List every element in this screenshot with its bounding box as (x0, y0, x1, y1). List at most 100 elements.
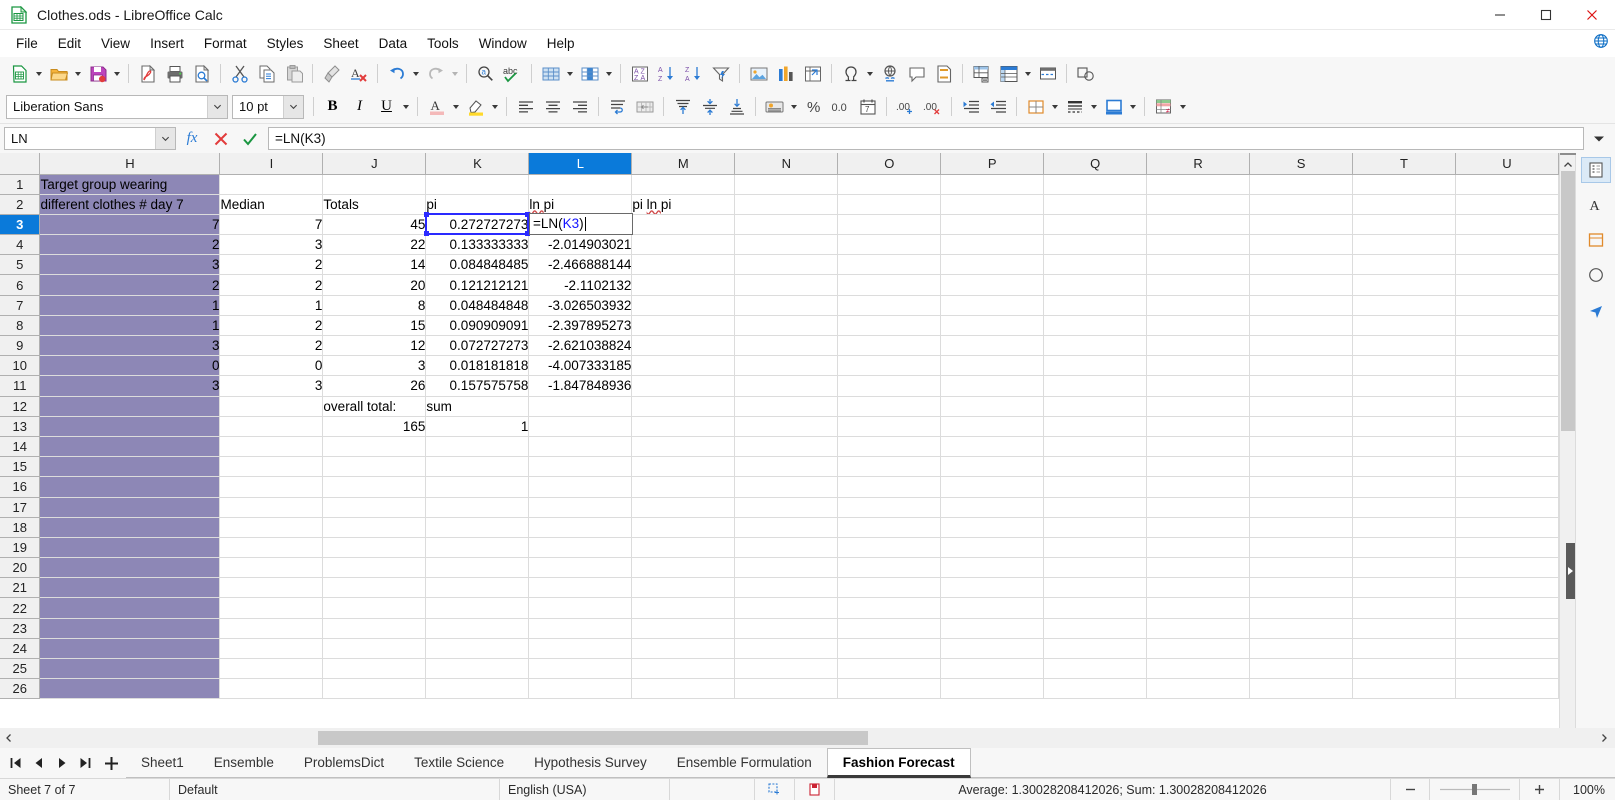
cell-K17[interactable] (425, 497, 530, 518)
cell-N12[interactable] (734, 396, 839, 417)
cell-Q26[interactable] (1043, 678, 1148, 700)
row-header-8[interactable]: 8 (0, 315, 41, 337)
cell-R4[interactable] (1146, 234, 1251, 256)
sidebar-navigator-icon[interactable] (1581, 297, 1611, 323)
cell-I2[interactable]: Median (219, 194, 324, 215)
menu-file[interactable]: File (6, 33, 48, 54)
cell-J23[interactable] (322, 618, 427, 639)
special-character-dropdown[interactable] (864, 61, 876, 87)
cell-I24[interactable] (219, 638, 324, 660)
cell-L16[interactable] (528, 476, 633, 498)
cell-J20[interactable] (322, 557, 427, 579)
cell-O16[interactable] (837, 476, 942, 498)
cut-icon[interactable] (226, 61, 253, 87)
cell-P11[interactable] (940, 375, 1045, 397)
cell-J18[interactable] (322, 517, 427, 538)
cell-H23[interactable] (39, 618, 221, 639)
cell-K12[interactable]: sum (425, 396, 530, 417)
cell-S14[interactable] (1249, 436, 1354, 458)
find-replace-icon[interactable]: a (472, 61, 499, 87)
cell-I20[interactable] (219, 557, 324, 579)
cell-S23[interactable] (1249, 618, 1354, 639)
cell-H13[interactable] (39, 416, 221, 437)
cell-T5[interactable] (1352, 254, 1456, 276)
cell-O13[interactable] (837, 416, 942, 437)
cell-N2[interactable] (734, 194, 839, 215)
cell-U15[interactable] (1455, 456, 1559, 478)
new-document-icon[interactable] (6, 61, 33, 87)
cell-S19[interactable] (1249, 537, 1354, 559)
next-sheet-icon[interactable] (50, 748, 73, 778)
pivot-table-icon[interactable] (799, 61, 826, 87)
sidebar-show-hide-handle[interactable] (1566, 543, 1575, 599)
cell-J5[interactable]: 14 (322, 254, 427, 276)
highlight-color-icon[interactable] (462, 94, 489, 120)
cell-M13[interactable] (631, 416, 736, 437)
cell-L2[interactable]: ln pi (528, 194, 633, 215)
first-sheet-icon[interactable] (4, 748, 27, 778)
cell-K1[interactable] (425, 174, 530, 195)
zoom-slider[interactable] (1430, 778, 1520, 800)
cell-K2[interactable]: pi (425, 194, 530, 215)
cell-U13[interactable] (1455, 416, 1559, 437)
row-header-10[interactable]: 10 (0, 355, 41, 377)
cell-S9[interactable] (1249, 335, 1354, 357)
cell-O21[interactable] (837, 577, 942, 599)
cell-U24[interactable] (1455, 638, 1559, 660)
cell-N14[interactable] (734, 436, 839, 458)
cell-O4[interactable] (837, 234, 942, 256)
cell-N25[interactable] (734, 658, 839, 680)
cell-I14[interactable] (219, 436, 324, 458)
column-header-K[interactable]: K (425, 153, 530, 175)
cell-P9[interactable] (940, 335, 1045, 357)
sheet-tab-sheet1[interactable]: Sheet1 (126, 748, 199, 778)
cell-I19[interactable] (219, 537, 324, 559)
cell-T2[interactable] (1352, 194, 1456, 215)
cell-R12[interactable] (1146, 396, 1251, 417)
cell-N6[interactable] (734, 274, 839, 296)
cell-K13[interactable]: 1 (425, 416, 530, 437)
row-header-21[interactable]: 21 (0, 577, 41, 599)
underline-button[interactable]: U (373, 94, 400, 120)
cell-Q24[interactable] (1043, 638, 1148, 660)
cell-U14[interactable] (1455, 436, 1559, 458)
cell-P22[interactable] (940, 597, 1045, 619)
cell-O10[interactable] (837, 355, 942, 377)
cell-K25[interactable] (425, 658, 530, 680)
cell-O23[interactable] (837, 618, 942, 639)
cell-N7[interactable] (734, 295, 839, 316)
cell-N26[interactable] (734, 678, 839, 700)
scroll-right-button[interactable] (1593, 733, 1615, 743)
grid-viewport[interactable]: H I J K L M N O P Q R S T U 1 Target gro… (0, 153, 1559, 728)
cell-H9[interactable]: 3 (39, 335, 221, 357)
cell-K21[interactable] (425, 577, 530, 599)
print-icon[interactable] (161, 61, 188, 87)
format-number-icon[interactable]: 0.0 (827, 94, 854, 120)
cell-P1[interactable] (940, 174, 1045, 195)
cell-N22[interactable] (734, 597, 839, 619)
cell-M6[interactable] (631, 274, 736, 296)
menu-sheet[interactable]: Sheet (313, 33, 368, 54)
document-modified-icon[interactable] (795, 778, 835, 800)
cell-O18[interactable] (837, 517, 942, 538)
cell-I11[interactable]: 3 (219, 375, 324, 397)
undo-dropdown[interactable] (410, 61, 422, 87)
cell-S22[interactable] (1249, 597, 1354, 619)
cell-M23[interactable] (631, 618, 736, 639)
cell-N16[interactable] (734, 476, 839, 498)
cell-Q8[interactable] (1043, 315, 1148, 337)
cell-Q22[interactable] (1043, 597, 1148, 619)
cell-M1[interactable] (631, 174, 736, 195)
accept-icon[interactable] (237, 127, 263, 151)
menu-view[interactable]: View (91, 33, 140, 54)
cell-M4[interactable] (631, 234, 736, 256)
cell-R19[interactable] (1146, 537, 1251, 559)
cell-M14[interactable] (631, 436, 736, 458)
cell-I15[interactable] (219, 456, 324, 478)
cell-T25[interactable] (1352, 658, 1456, 680)
cell-P4[interactable] (940, 234, 1045, 256)
cell-K7[interactable]: 0.048484848 (425, 295, 530, 316)
formula-input[interactable]: =LN(K3) (268, 127, 1584, 150)
cell-K16[interactable] (425, 476, 530, 498)
hyperlink-icon[interactable] (876, 61, 903, 87)
